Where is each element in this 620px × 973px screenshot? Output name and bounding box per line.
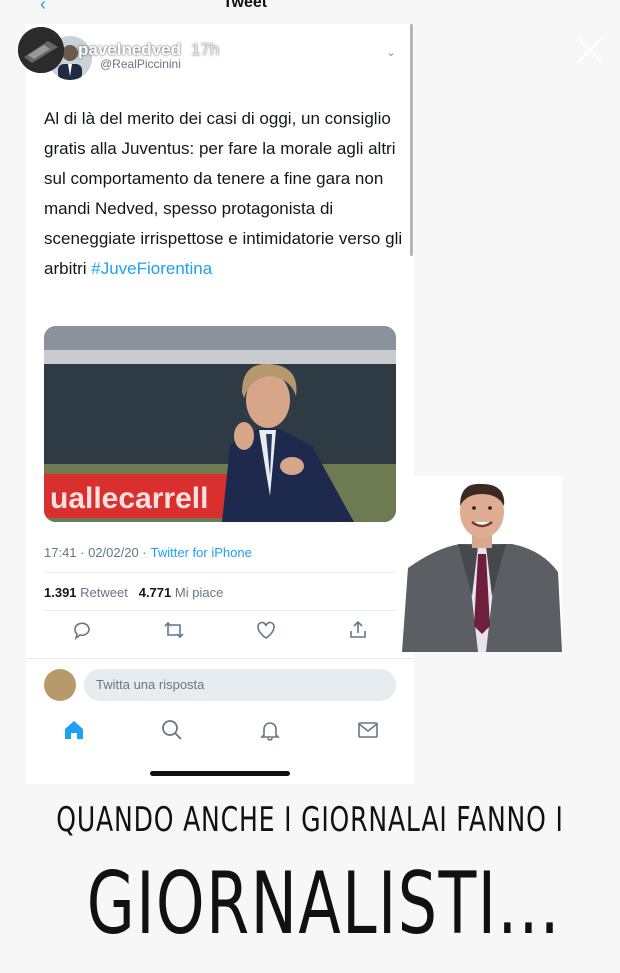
tweet-hashtag[interactable]: #JuveFiorentina [91,259,212,278]
reply-user-avatar[interactable] [44,669,76,701]
story-username[interactable]: pavelnedved [78,40,181,60]
close-icon[interactable] [574,34,606,66]
story-caption-line2: GIORNALISTI... [86,854,561,954]
divider [44,572,396,573]
bell-icon[interactable] [258,718,282,742]
retweet-icon[interactable] [162,618,186,642]
tweet-photo-banner-text: uallecarrell [50,482,208,515]
chevron-down-icon[interactable]: ⌄ [386,45,396,59]
like-label[interactable]: Mi piace [175,585,223,600]
gif-sticker[interactable] [402,476,562,652]
tweet-actions [70,618,370,646]
home-icon[interactable] [62,718,86,742]
home-indicator [150,771,290,776]
retweet-label[interactable]: Retweet [80,585,128,600]
tweet-text: Al di là del merito dei casi di oggi, un… [44,104,404,284]
tweet-stats: 1.391 Retweet 4.771 Mi piace [44,585,223,600]
tweet-timestamp: 17:41 · 02/02/20 · [44,545,147,560]
tweet-source[interactable]: Twitter for iPhone [151,545,252,560]
tweet-meta: 17:41 · 02/02/20 · Twitter for iPhone [44,545,252,560]
reply-input[interactable] [84,669,396,701]
nav-title: Tweet [222,0,268,11]
retweet-count[interactable]: 1.391 [44,585,77,600]
reply-bar [26,658,414,711]
divider [44,610,396,611]
scrollbar[interactable] [410,24,413,256]
mail-icon[interactable] [356,718,380,742]
story-user-avatar[interactable] [18,27,64,73]
tweet-nav-bar: ‹ Tweet [0,0,620,16]
tab-bar [26,712,414,752]
story-timestamp: 17h [191,40,220,59]
tweet-photo[interactable]: uallecarrell [44,326,396,522]
like-count[interactable]: 4.771 [139,585,172,600]
story-header: pavelnedved 17h [18,26,219,74]
story-caption-line1: QUANDO ANCHE I GIORNALAI FANNO I [56,800,564,840]
reply-icon[interactable] [70,618,94,642]
search-icon[interactable] [160,718,184,742]
like-icon[interactable] [254,618,278,642]
tweet-body: Al di là del merito dei casi di oggi, un… [44,109,403,278]
share-icon[interactable] [346,618,370,642]
